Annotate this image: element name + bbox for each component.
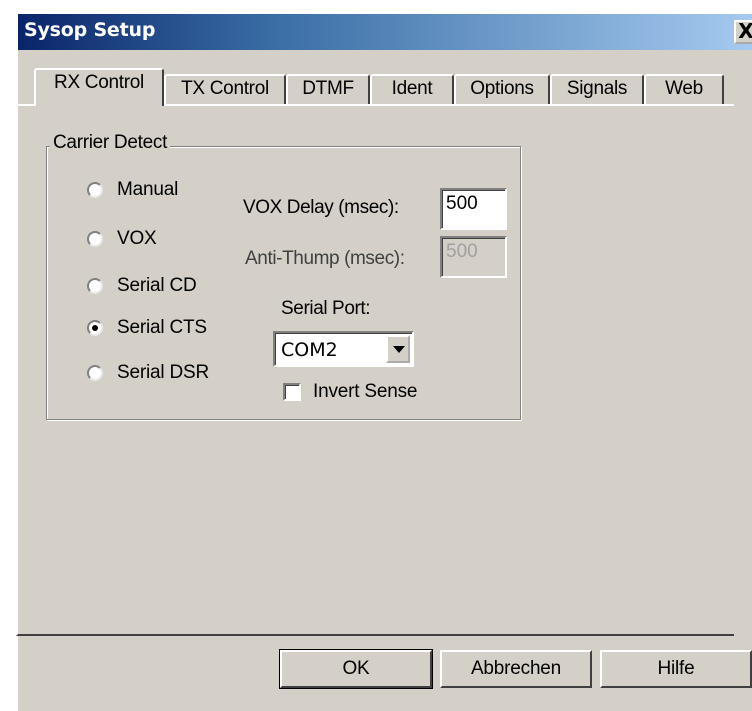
cancel-button[interactable]: Abbrechen xyxy=(440,650,592,688)
tab-label: Ident xyxy=(391,78,433,99)
ok-button[interactable]: OK xyxy=(279,649,433,689)
tab-tx-control[interactable]: TX Control xyxy=(164,74,286,104)
tab-label: Signals xyxy=(566,78,628,99)
tab-dtmf[interactable]: DTMF xyxy=(286,74,370,104)
tab-label: Web xyxy=(665,78,703,99)
title-bar[interactable]: Sysop Setup X xyxy=(18,14,752,50)
tab-options[interactable]: Options xyxy=(454,74,550,104)
tab-panel-rx-control xyxy=(16,104,734,636)
tab-label: RX Control xyxy=(54,72,144,93)
window-title: Sysop Setup xyxy=(24,19,156,41)
tab-signals[interactable]: Signals xyxy=(550,74,644,104)
tab-label: DTMF xyxy=(302,78,354,99)
tab-ident[interactable]: Ident xyxy=(370,74,454,104)
help-button[interactable]: Hilfe xyxy=(600,650,752,688)
tab-rx-control[interactable]: RX Control xyxy=(34,68,164,106)
tab-label: Options xyxy=(470,78,534,99)
close-button[interactable]: X xyxy=(734,20,752,44)
close-icon: X xyxy=(738,19,752,43)
tab-web[interactable]: Web xyxy=(644,74,724,104)
tab-label: TX Control xyxy=(181,78,269,99)
